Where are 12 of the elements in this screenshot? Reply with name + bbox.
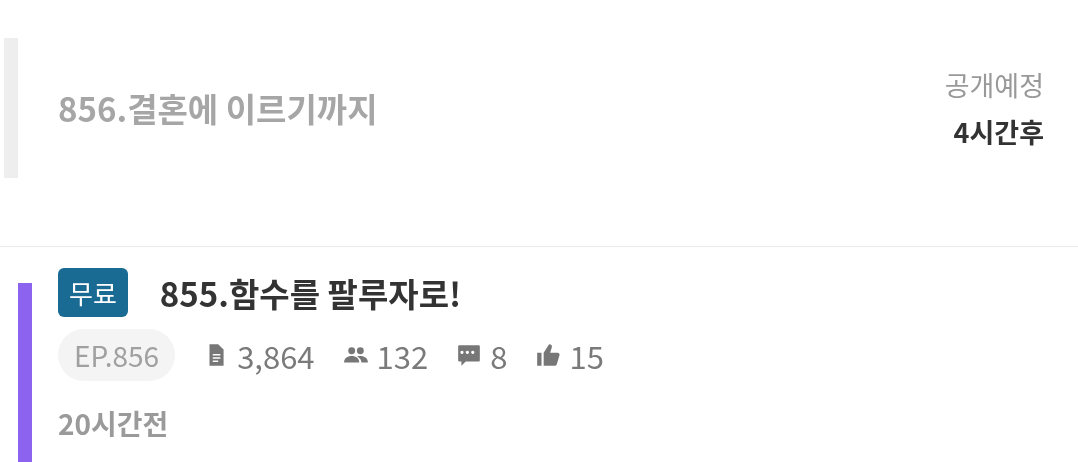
episode-title[interactable]: 855.함수를 팔루자로! bbox=[159, 268, 462, 317]
stat-value: 132 bbox=[376, 332, 429, 378]
stat-value: 3,864 bbox=[237, 332, 315, 378]
time-ago: 20시간전 bbox=[58, 403, 170, 443]
speech-bubble-icon bbox=[456, 342, 483, 368]
free-badge: 무료 bbox=[58, 268, 128, 317]
stat-value: 15 bbox=[569, 332, 604, 378]
release-label: 공개예정 bbox=[944, 65, 1044, 104]
thumbs-up-icon bbox=[535, 342, 562, 368]
episode-number: EP.856 bbox=[58, 329, 176, 381]
release-time: 4시간후 bbox=[953, 112, 1044, 151]
stat-value: 8 bbox=[490, 332, 508, 378]
